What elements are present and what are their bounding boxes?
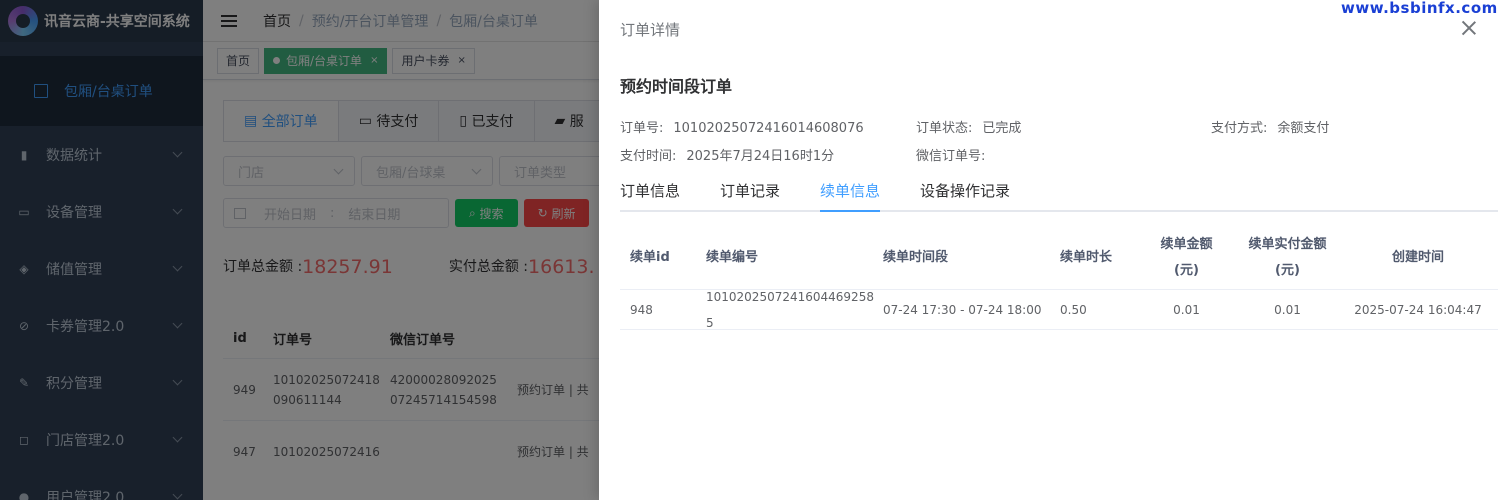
field-value: 余额支付 [1277,121,1330,136]
header-renewal-no: 续单编号 [706,249,759,265]
header-renewal-amount: 续单金额 (元) [1136,232,1237,284]
field-label: 订单号: [620,121,664,136]
section-title: 预约时间段订单 [620,77,733,96]
drawer-title: 订单详情 [620,21,681,39]
field-value: 已完成 [982,121,1022,136]
pay-time-field: 支付时间: 2025年7月24日16时1分 [620,145,834,164]
renewal-table: 续单id 续单编号 续单时间段 续单时长 续单金额 (元) 续单实付金额 (元) 创… [620,226,1498,330]
status-field: 订单状态: 已完成 [916,117,1021,136]
table-header: 续单id 续单编号 续单时间段 续单时长 续单金额 (元) 续单实付金额 (元) 创… [620,226,1498,290]
modal-overlay[interactable] [0,0,599,500]
header-renewal-paid: 续单实付金额 (元) [1237,232,1338,284]
field-value: 2025年7月24日16时1分 [686,149,835,164]
header-renewal-id: 续单id [630,249,670,265]
close-icon[interactable] [1461,20,1477,36]
table-row[interactable]: 948 1010202507241604469258​5 07-24 17:30… [620,290,1498,330]
cell-renewal-paid: 0.01 [1274,302,1301,317]
tab-order-info[interactable]: 订单信息 [620,170,680,210]
header-line: (元) [1275,262,1300,278]
pay-method-field: 支付方式: 余额支付 [1211,117,1329,136]
cell-renewal-amount: 0.01 [1173,302,1200,317]
wx-order-field: 微信订单号: [916,145,995,164]
field-value: 1010202507241601460807​6 [673,121,864,136]
cell-created-time: 2025-07-24 16:04:47 [1354,302,1482,317]
cell-renewal-duration: 0.50 [1060,302,1087,317]
header-line: (元) [1174,262,1199,278]
cell-renewal-period: 07-24 17:30 - 07-24 18:00 [883,302,1042,317]
tab-order-records[interactable]: 订单记录 [720,170,780,210]
header-created-time: 创建时间 [1391,249,1444,265]
header-renewal-duration: 续单时长 [1060,249,1113,265]
cell-renewal-id: 948 [630,302,653,317]
detail-tabs: 订单信息 订单记录 续单信息 设备操作记录 [620,172,1498,212]
field-label: 订单状态: [916,121,973,136]
header-line: 续单金额 [1160,236,1213,252]
field-label: 支付方式: [1211,121,1268,136]
header-line: 续单实付金额 [1248,236,1327,252]
tab-renewal-info[interactable]: 续单信息 [820,170,881,212]
field-label: 微信订单号: [916,149,986,164]
order-detail-drawer: 订单详情 www.bsbinfx.com 预约时间段订单 订单号: 1010202… [599,0,1498,500]
tab-device-records[interactable]: 设备操作记录 [920,170,1010,210]
watermark: www.bsbinfx.com [1341,0,1498,17]
order-no-field: 订单号: 1010202507241601460807​6 [620,117,864,136]
field-label: 支付时间: [620,149,677,164]
cell-renewal-no: 1010202507241604469258​5 [706,289,874,330]
header-renewal-period: 续单时间段 [883,249,949,265]
